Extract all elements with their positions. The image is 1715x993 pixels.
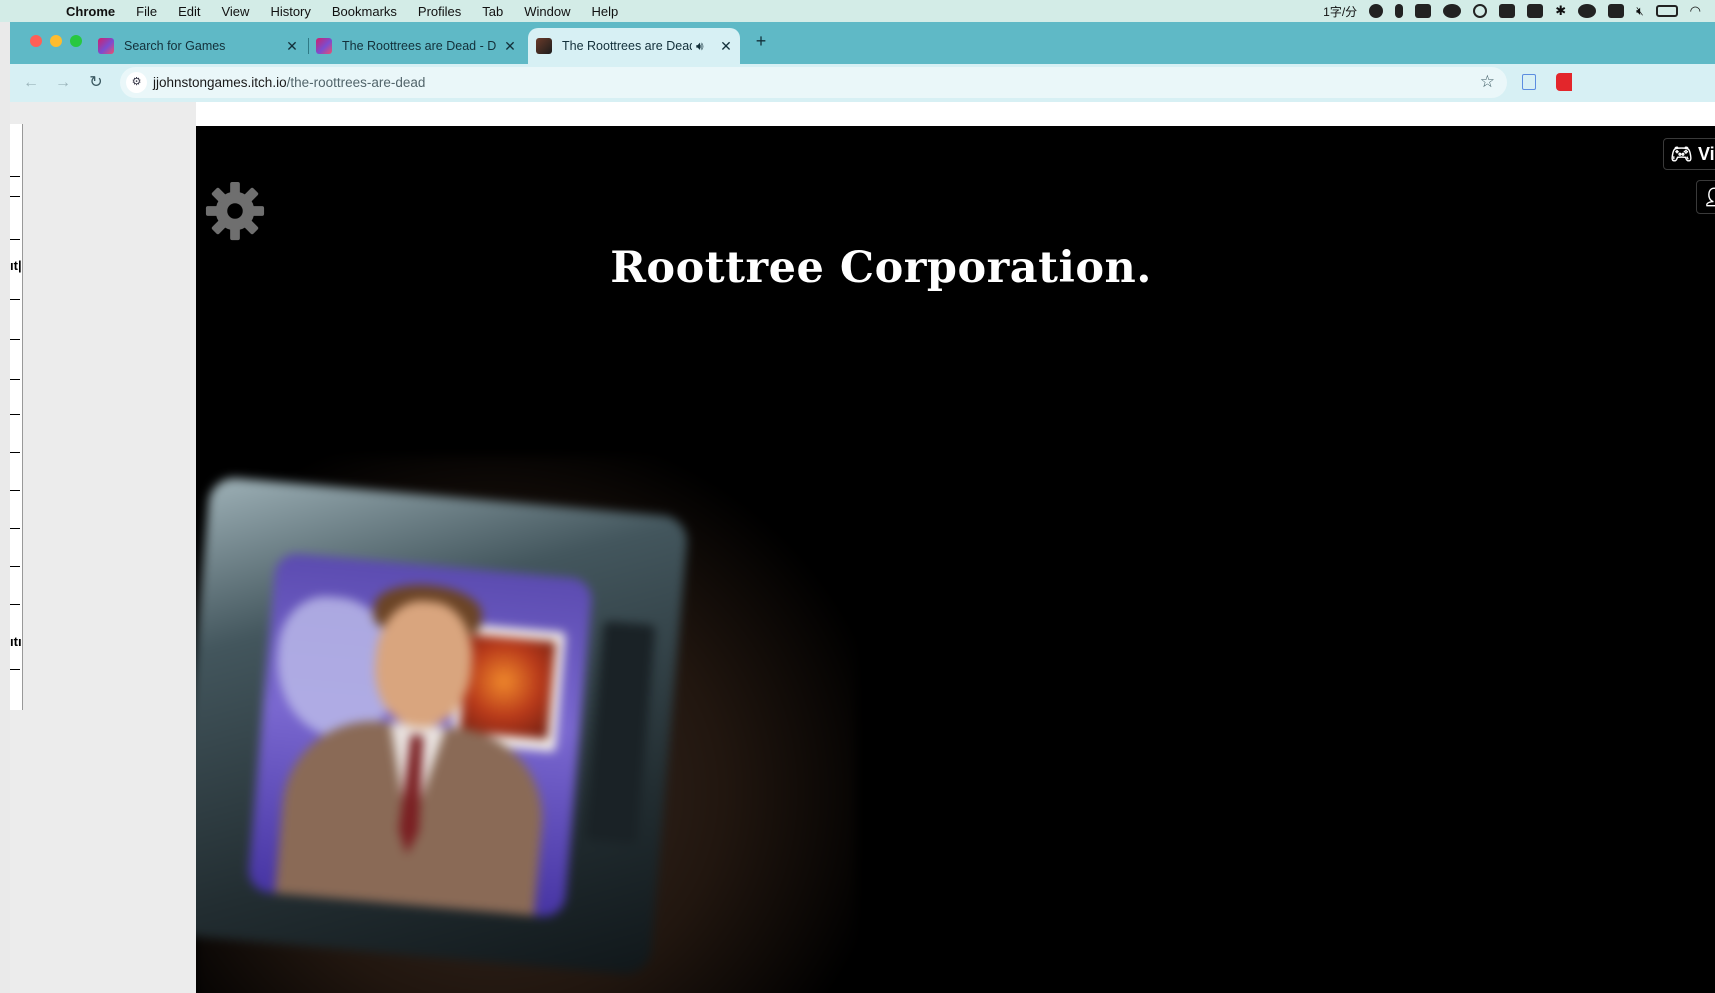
divider [10,669,20,670]
page-content: ıt| ıtı Roottree Corporation. 🎮︎ Vi [10,102,1715,993]
divider [10,239,20,240]
tv-control-panel [584,620,656,845]
tv-screen [246,551,594,919]
game-cover-icon [536,38,552,54]
back-arrow-icon[interactable]: ← [20,73,42,93]
tab-title: The Roottrees are Dead - Det [342,39,496,53]
microphone-icon[interactable] [1395,4,1404,18]
cutoff-label: ıt| [10,258,22,273]
menu-tab[interactable]: Tab [482,4,503,19]
mute-icon[interactable]: 🔇︎ [1636,4,1644,19]
menu-profiles[interactable]: Profiles [418,4,461,19]
television-set [196,475,690,977]
translate-icon[interactable] [1415,4,1432,18]
view-all-games-button[interactable]: 🎮︎ View a [1663,138,1715,170]
menu-bookmarks[interactable]: Bookmarks [332,4,397,19]
close-window-button[interactable] [30,35,42,47]
audio-playing-icon[interactable]: 🔊︎ [696,39,712,54]
divider [10,299,20,300]
close-tab-icon[interactable]: ✕ [502,38,518,55]
url-domain: jjohnstongames.itch.io [153,75,287,90]
tab-title: The Roottrees are Dead b [562,39,692,53]
drive-icon[interactable] [1499,4,1516,18]
bluetooth-icon[interactable]: ✱ [1555,3,1566,19]
game-heading: Roottree Corporation. [610,243,1152,293]
itch-logo-icon [98,38,114,54]
cutoff-label: ıtı [10,634,22,649]
menu-app-chrome[interactable]: Chrome [66,4,115,19]
game-canvas[interactable]: Roottree Corporation. 🎮︎ Vi [196,126,1715,993]
browser-toolbar: ← → ↻ ⚙ jjohnstongames.itch.io/the-roott… [10,64,1715,102]
divider [10,414,20,415]
page-header-strip [196,102,1715,126]
divider [10,604,20,605]
news-anchor-tv-image [196,456,856,993]
tab-roottrees-game-active[interactable]: The Roottrees are Dead b 🔊︎ ✕ [528,28,740,64]
menu-window[interactable]: Window [524,4,570,19]
close-tab-icon[interactable]: ✕ [718,38,734,55]
new-tab-button[interactable]: + [750,30,772,52]
tab-separator [308,38,309,54]
input-speed-text[interactable]: 1字/分 [1323,3,1357,20]
follow-button[interactable]: 👤︎ Fo [1696,180,1715,214]
divider [10,379,20,380]
extension-document-icon[interactable] [1522,74,1536,90]
view-all-label: View a [1698,143,1715,164]
menu-history[interactable]: History [270,4,310,19]
tab-title: Search for Games [124,39,226,53]
reload-icon[interactable]: ↻ [85,73,107,93]
cloud-icon[interactable] [1578,4,1597,18]
url-text[interactable]: jjohnstongames.itch.io/the-roottrees-are… [153,75,425,90]
site-settings-icon[interactable]: ⚙ [126,72,147,93]
itch-logo-icon [316,38,332,54]
status-area: 1字/分 ✱ 🔇︎ ◠ [1323,0,1701,22]
bookmark-star-icon[interactable]: ☆ [1480,72,1495,92]
menu-view[interactable]: View [221,4,249,19]
close-tab-icon[interactable]: ✕ [284,38,300,55]
browser-window: Search for Games ✕ The Roottrees are Dea… [10,22,1715,993]
gear-icon[interactable] [204,180,266,242]
openai-icon[interactable] [1473,4,1488,18]
left-cutoff-panel: ıt| ıtı [10,124,23,710]
divider [10,566,20,567]
divider [10,528,20,529]
divider [10,339,20,340]
s-app-icon[interactable] [1527,4,1544,18]
add-user-icon: 👤︎ [1703,187,1715,208]
url-path: /the-roottrees-are-dead [286,75,426,90]
wechat-icon[interactable] [1443,4,1462,18]
menu-file[interactable]: File [136,4,157,19]
extension-red-icon[interactable] [1556,73,1572,91]
tab-search-for-games[interactable]: Search for Games ✕ [98,28,300,64]
tab-strip: Search for Games ✕ The Roottrees are Dea… [10,22,1715,64]
divider [10,196,20,197]
inset-art [459,633,556,740]
menu-edit[interactable]: Edit [178,4,200,19]
emoji-icon[interactable] [1369,4,1384,18]
divider [10,452,20,453]
divider [10,490,20,491]
scrivener-icon[interactable] [1608,4,1625,18]
zoom-window-button[interactable] [70,35,82,47]
minimize-window-button[interactable] [50,35,62,47]
gamepad-icon: 🎮︎ [1670,143,1693,164]
menu-help[interactable]: Help [592,4,619,19]
tab-roottrees-details[interactable]: The Roottrees are Dead - Det ✕ [316,28,518,64]
address-bar[interactable]: ⚙ jjohnstongames.itch.io/the-roottrees-a… [120,67,1507,98]
macos-menu-bar: Chrome File Edit View History Bookmarks … [0,0,1715,22]
divider [10,176,20,177]
battery-icon[interactable] [1655,5,1678,17]
wifi-icon[interactable]: ◠ [1690,3,1701,19]
forward-arrow-icon[interactable]: → [52,73,74,93]
